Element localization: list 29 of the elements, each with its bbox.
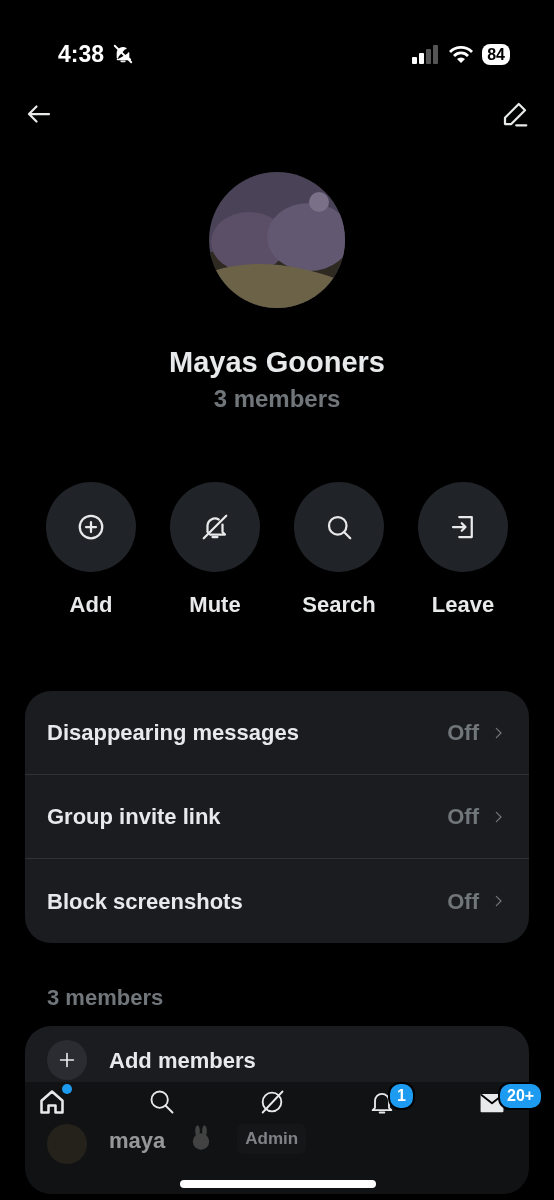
- action-label: Mute: [189, 591, 241, 619]
- wifi-icon: [448, 44, 475, 64]
- role-tag: Admin: [237, 1124, 307, 1154]
- search-icon: [148, 1088, 176, 1116]
- setting-value: Off: [447, 803, 479, 831]
- setting-label: Group invite link: [47, 803, 221, 831]
- action-label: Search: [302, 591, 376, 619]
- settings-row[interactable]: Group invite link Off: [25, 775, 529, 859]
- group-name: Mayas Gooners: [168, 345, 386, 380]
- action-label: Leave: [431, 591, 495, 619]
- add-circle-icon: [76, 512, 106, 542]
- home-icon: [38, 1088, 66, 1116]
- action-label: Add: [69, 591, 113, 619]
- clock-time: 4:38: [58, 39, 105, 69]
- battery-level: 84: [482, 43, 510, 65]
- add-members-label: Add members: [109, 1046, 256, 1075]
- setting-label: Block screenshots: [47, 887, 243, 916]
- setting-label: Disappearing messages: [47, 719, 299, 747]
- member-name: maya: [109, 1127, 166, 1155]
- settings-row[interactable]: Block screenshots Off: [25, 859, 529, 943]
- section-heading: 3 members: [47, 984, 165, 1012]
- setting-value: Off: [447, 887, 479, 916]
- signal-icon: [412, 44, 441, 64]
- member-count: 3 members: [212, 384, 342, 414]
- setting-value: Off: [447, 719, 479, 747]
- bell-slash-icon: [112, 43, 135, 65]
- settings-row[interactable]: Disappearing messages Off: [25, 691, 529, 775]
- count-badge: 20+: [498, 1082, 544, 1110]
- bell-slash-icon: [200, 512, 230, 542]
